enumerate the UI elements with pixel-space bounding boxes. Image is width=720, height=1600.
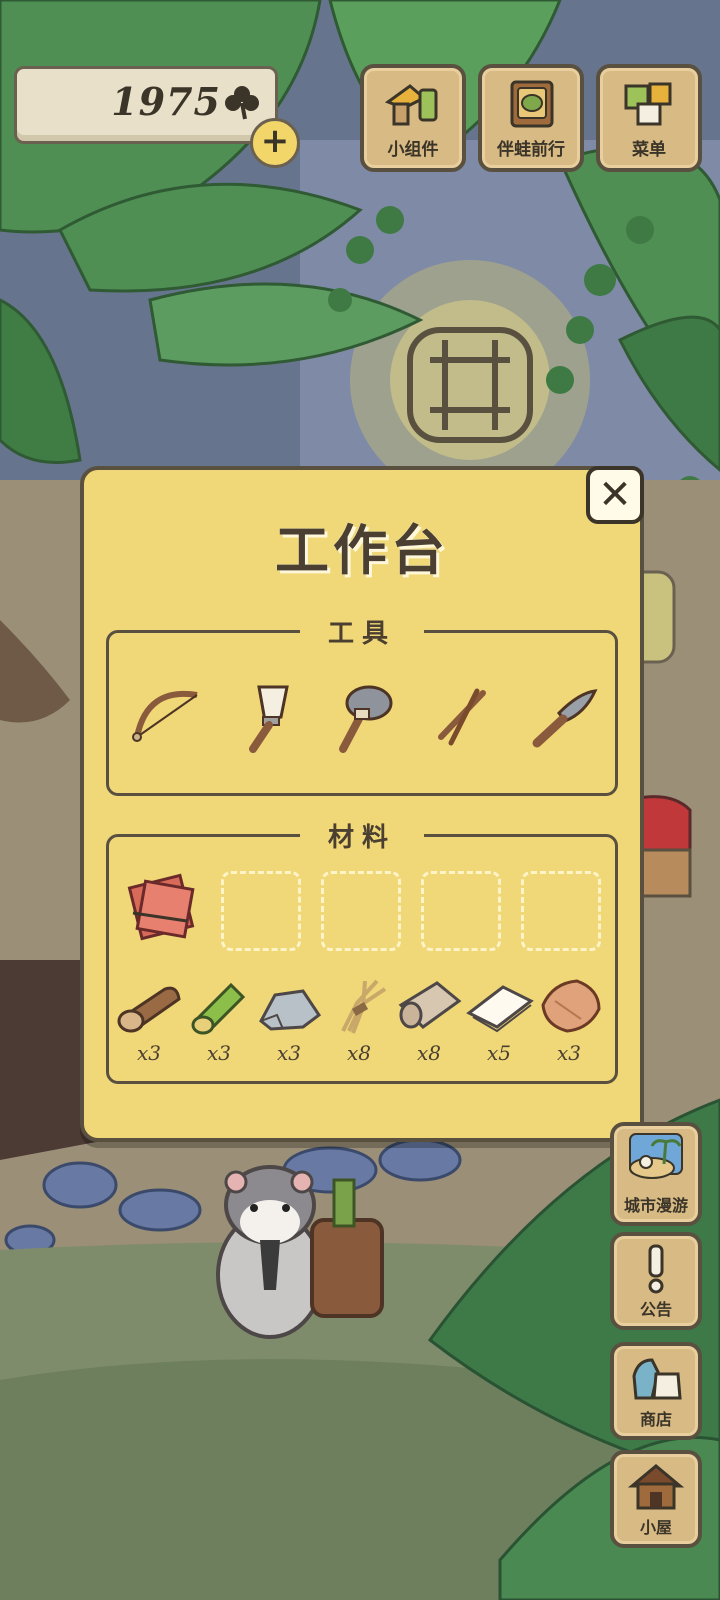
bag-icon — [632, 1358, 682, 1400]
city-trip-label: 城市漫游 — [623, 1196, 688, 1215]
widgets-button[interactable]: 小组件 — [360, 64, 466, 172]
material-slot-3[interactable] — [421, 871, 501, 951]
shop-label: 商店 — [639, 1410, 672, 1429]
material-slot-1[interactable] — [221, 871, 301, 951]
bamboo-icon — [191, 982, 246, 1035]
paper-charm-icon[interactable] — [125, 873, 201, 943]
widgets-label: 小组件 — [387, 140, 439, 160]
cloth-icon — [398, 981, 462, 1029]
material-straw[interactable]: x8 — [323, 975, 395, 1071]
city-trip-button[interactable]: 城市漫游 — [610, 1122, 702, 1226]
material-slot-2[interactable] — [321, 871, 401, 951]
plus-icon: + — [260, 121, 290, 161]
material-slot-4[interactable] — [521, 871, 601, 951]
material-qty: x3 — [276, 1041, 301, 1065]
panel-title: 工作台 — [275, 519, 449, 582]
material-qty: x8 — [346, 1041, 371, 1065]
notice-button[interactable]: 公告 — [610, 1232, 702, 1330]
materials-label: 材料 — [299, 817, 425, 854]
brush-icon[interactable] — [225, 677, 305, 757]
knife-icon[interactable] — [519, 677, 599, 757]
hut-button[interactable]: 小屋 — [610, 1450, 702, 1548]
shop-button[interactable]: 商店 — [610, 1342, 702, 1440]
exclamation-icon — [648, 1244, 664, 1294]
tools-section: 工具 — [106, 613, 618, 796]
workbench-panel: 工作台 工具 材料 x3 x3 x3 x8 x8 x5 x3 — [80, 466, 644, 1142]
notice-label: 公告 — [639, 1300, 672, 1319]
companion-button[interactable]: 伴蛙前行 — [478, 64, 584, 172]
menu-button[interactable]: 菜单 — [596, 64, 702, 172]
tools-label: 工具 — [299, 613, 425, 650]
menu-icon — [624, 82, 672, 126]
clover-count: 1975 — [111, 79, 221, 124]
material-paper[interactable]: x5 — [463, 975, 535, 1071]
material-qty: x8 — [416, 1041, 441, 1065]
stone-hammer-icon[interactable] — [323, 677, 403, 757]
island-icon — [629, 1133, 683, 1179]
widgets-icon — [384, 84, 438, 126]
material-wood[interactable]: x3 — [113, 975, 185, 1071]
add-clover-button[interactable]: + — [250, 118, 300, 168]
material-qty: x3 — [556, 1041, 581, 1065]
companion-label: 伴蛙前行 — [497, 140, 565, 160]
close-button[interactable]: ✕ — [586, 466, 644, 524]
material-qty: x3 — [206, 1041, 231, 1065]
close-icon: ✕ — [598, 472, 632, 518]
clover-icon — [225, 86, 259, 120]
paper-icon — [466, 985, 534, 1033]
materials-section: 材料 x3 x3 x3 x8 x8 x5 x3 — [106, 817, 618, 1084]
material-stone[interactable]: x3 — [253, 975, 325, 1071]
bow-icon[interactable] — [127, 677, 207, 757]
material-cloth[interactable]: x8 — [393, 975, 465, 1071]
clover-counter: 1975 — [14, 66, 278, 144]
wood-log-icon — [117, 986, 181, 1033]
material-leather[interactable]: x3 — [533, 975, 605, 1071]
frog-book-icon — [510, 80, 554, 128]
material-qty: x5 — [486, 1041, 511, 1065]
menu-label: 菜单 — [632, 140, 666, 160]
sticks-icon[interactable] — [421, 677, 501, 757]
material-qty: x3 — [136, 1041, 161, 1065]
straw-icon — [341, 979, 387, 1034]
material-bamboo[interactable]: x3 — [183, 975, 255, 1071]
stone-icon — [259, 989, 322, 1031]
hut-label: 小屋 — [639, 1518, 672, 1537]
leather-icon — [541, 979, 601, 1033]
house-icon — [628, 1464, 684, 1510]
